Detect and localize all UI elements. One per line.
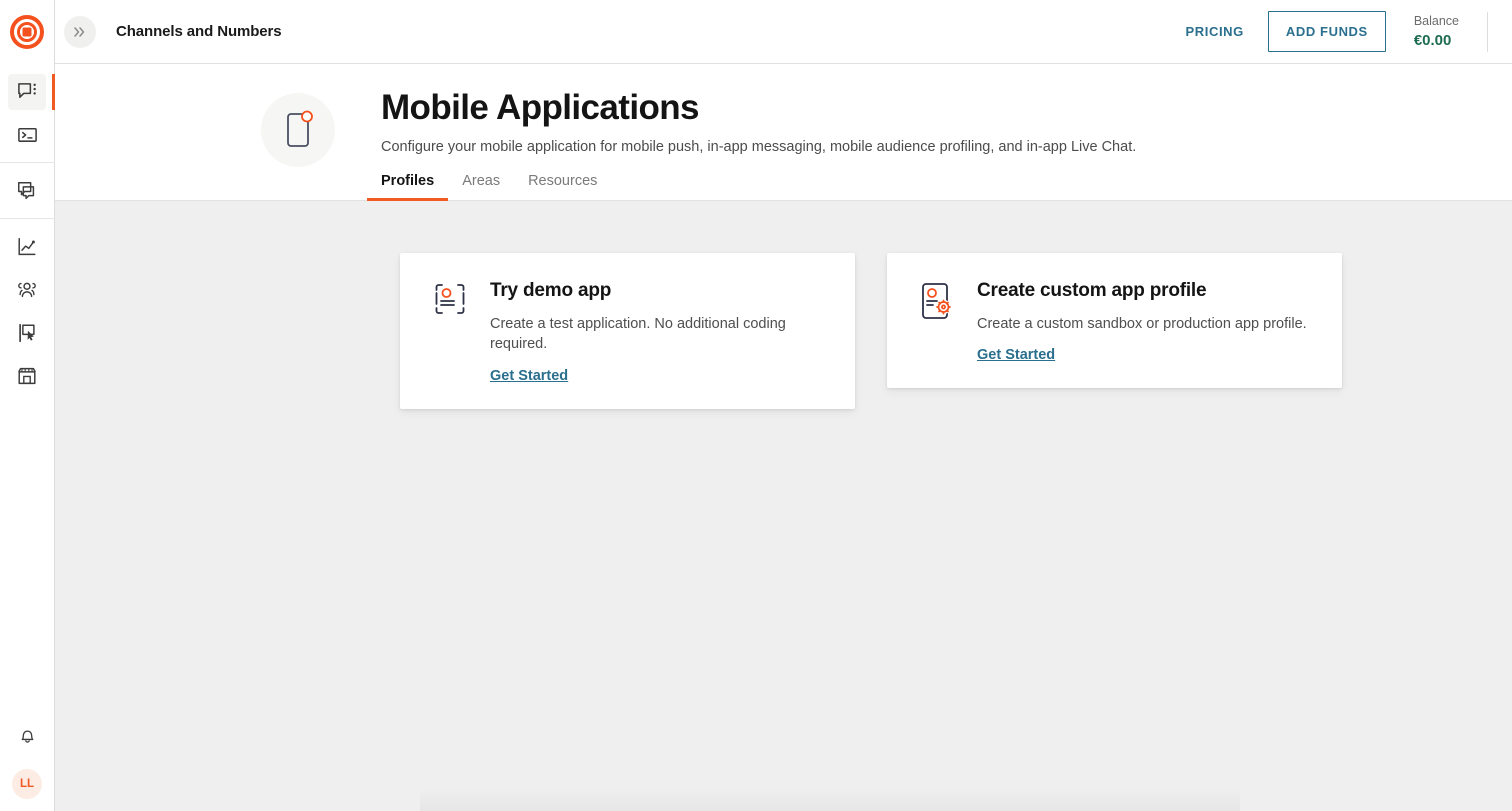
card-title: Try demo app xyxy=(490,280,831,303)
sidebar-group-primary xyxy=(0,64,55,162)
notifications-button[interactable] xyxy=(0,714,55,757)
target-circle-logo-icon xyxy=(10,15,44,49)
bottom-floating-panel xyxy=(420,785,1240,811)
main-column: Channels and Numbers PRICING ADD FUNDS B… xyxy=(55,0,1512,811)
terminal-icon xyxy=(17,124,38,145)
card-title: Create custom app profile xyxy=(977,280,1307,303)
card-try-demo-app[interactable]: Try demo app Create a test application. … xyxy=(400,253,855,408)
avatar[interactable]: LL xyxy=(12,769,42,799)
page-header: Mobile Applications Configure your mobil… xyxy=(55,64,1512,201)
page-header-icon xyxy=(261,93,335,167)
balance-label: Balance xyxy=(1414,12,1459,31)
copy-chat-icon xyxy=(16,180,38,202)
app-root: LL Channels and Numbers PRICING ADD FUND… xyxy=(0,0,1512,811)
page-tabs: Profiles Areas Resources xyxy=(381,173,1136,200)
sidebar-item-channels[interactable] xyxy=(0,70,55,113)
get-started-link[interactable]: Get Started xyxy=(977,347,1055,363)
mobile-phone-icon xyxy=(279,108,317,152)
app-logo[interactable] xyxy=(0,0,55,64)
sidebar-item-audience[interactable] xyxy=(0,268,55,311)
tab-profiles[interactable]: Profiles xyxy=(367,173,448,200)
tab-resources[interactable]: Resources xyxy=(514,173,611,200)
sidebar-group-tools xyxy=(0,218,55,403)
page-title: Mobile Applications xyxy=(381,88,1136,128)
card-icon-wrap xyxy=(919,281,959,364)
sidebar-bottom: LL xyxy=(0,714,55,811)
sidebar-group-conversations xyxy=(0,162,55,218)
sidebar-item-conversations[interactable] xyxy=(0,169,55,212)
sidebar-item-console[interactable] xyxy=(0,113,55,156)
card-description: Create a custom sandbox or production ap… xyxy=(977,314,1307,334)
bell-icon xyxy=(17,725,38,746)
storefront-icon xyxy=(16,365,38,387)
get-started-link[interactable]: Get Started xyxy=(490,368,568,384)
card-description: Create a test application. No additional… xyxy=(490,314,831,355)
phone-gear-icon xyxy=(919,281,959,325)
phone-document-icon xyxy=(432,281,468,325)
card-body: Create custom app profile Create a custo… xyxy=(977,279,1307,364)
topbar: Channels and Numbers PRICING ADD FUNDS B… xyxy=(55,0,1512,64)
flag-cursor-icon xyxy=(16,322,38,344)
pricing-link[interactable]: PRICING xyxy=(1185,24,1243,39)
breadcrumb: Channels and Numbers xyxy=(116,23,282,40)
balance-value: €0.00 xyxy=(1414,30,1459,51)
sidebar-collapse-button[interactable] xyxy=(64,16,96,48)
add-funds-button[interactable]: ADD FUNDS xyxy=(1268,11,1386,52)
card-create-custom-app-profile[interactable]: Create custom app profile Create a custo… xyxy=(887,253,1342,388)
page-subtitle: Configure your mobile application for mo… xyxy=(381,139,1136,155)
sidebar-item-marketplace[interactable] xyxy=(0,354,55,397)
sidebar-item-campaigns[interactable] xyxy=(0,311,55,354)
tab-areas[interactable]: Areas xyxy=(448,173,514,200)
card-grid: Try demo app Create a test application. … xyxy=(55,201,1512,408)
sidebar: LL xyxy=(0,0,55,811)
people-group-icon xyxy=(16,279,38,301)
line-chart-icon xyxy=(16,236,38,258)
balance-display: Balance €0.00 xyxy=(1414,12,1459,52)
page-content: Try demo app Create a test application. … xyxy=(55,201,1512,811)
card-icon-wrap xyxy=(432,281,472,384)
double-chevron-right-icon xyxy=(72,24,88,40)
chat-bubble-menu-icon xyxy=(17,81,38,102)
topbar-divider xyxy=(1487,12,1488,52)
sidebar-item-analytics[interactable] xyxy=(0,225,55,268)
card-body: Try demo app Create a test application. … xyxy=(490,279,831,384)
